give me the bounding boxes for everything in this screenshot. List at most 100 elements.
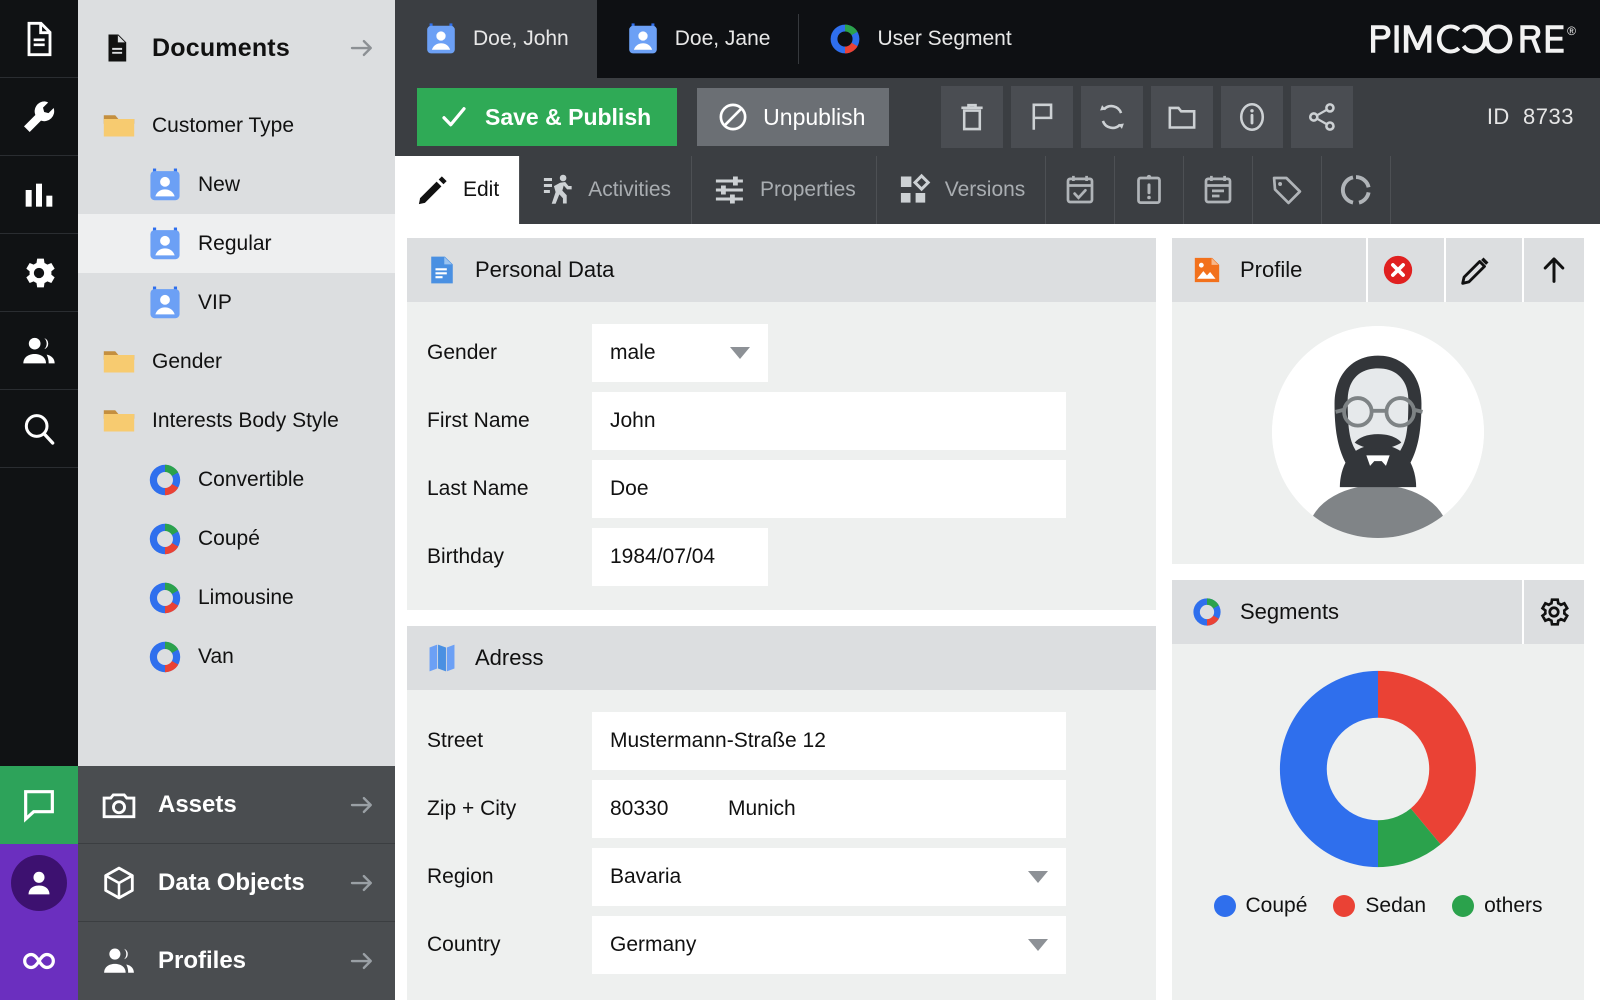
panel-profile: Profile (1172, 238, 1584, 564)
rail-item-settings[interactable] (0, 234, 78, 312)
arrow-right-icon[interactable] (347, 33, 377, 63)
customer-icon (628, 23, 657, 54)
tree-item-gender[interactable]: Gender (78, 332, 395, 391)
chevron-down-icon (730, 347, 750, 359)
tree-item-regular[interactable]: Regular (78, 214, 395, 273)
tab-appointments[interactable] (1184, 156, 1254, 224)
field-label: Zip + City (427, 797, 517, 820)
tab-label: Properties (760, 178, 856, 201)
chevron-down-icon (1028, 939, 1048, 951)
settings-icon (26, 258, 55, 287)
reload-icon (1100, 104, 1125, 130)
info-button[interactable] (1221, 86, 1284, 148)
street-input[interactable]: Mustermann-Straße 12 (592, 712, 1066, 770)
tree-item-vip[interactable]: VIP (78, 273, 395, 332)
tree-item-interests-body-style[interactable]: Interests Body Style (78, 391, 395, 450)
versions-icon (900, 173, 931, 203)
tree-header-documents[interactable]: Documents (78, 0, 395, 96)
first-name-input[interactable]: John (592, 392, 1066, 450)
rail-item-infinity[interactable] (0, 922, 78, 1000)
tree-item-label: Interests Body Style (152, 408, 339, 432)
panel-address: Adress Street Mustermann-Straße 12 Zip +… (407, 626, 1156, 1000)
edit-image-button[interactable] (1444, 238, 1506, 302)
share-button[interactable] (1291, 86, 1354, 148)
doc-blue-icon (431, 256, 453, 284)
panel-body: Coupé Sedan others (1172, 644, 1584, 1000)
tree-node-list: Customer Type New Regular VIP Gender Int… (78, 96, 395, 766)
tab-edit[interactable]: Edit (395, 156, 521, 224)
tab-tags[interactable] (1253, 156, 1323, 224)
rail-item-documents[interactable] (0, 0, 78, 78)
customers-icon (23, 337, 55, 363)
image-orange-icon (1194, 257, 1220, 283)
tree-item-customer-type[interactable]: Customer Type (78, 96, 395, 155)
field-label: First Name (427, 409, 530, 432)
remove-image-button[interactable] (1366, 238, 1428, 302)
tree-item-label: New (198, 172, 241, 196)
zip-city-input[interactable]: 80330 Munich (592, 780, 1066, 838)
rail-item-search[interactable] (0, 390, 78, 468)
street-value: Mustermann-Straße 12 (610, 729, 826, 752)
tab-properties[interactable]: Properties (692, 156, 877, 224)
tag-icon (1273, 176, 1302, 205)
customer-icon (150, 227, 180, 259)
tab-notifications[interactable] (1115, 156, 1185, 224)
icon-rail (0, 0, 78, 1000)
arrow-right-icon[interactable] (347, 946, 377, 976)
region-select[interactable]: Bavaria (592, 848, 1066, 906)
flag-button[interactable] (1011, 86, 1074, 148)
rail-item-chat[interactable] (0, 766, 78, 844)
infinity-icon (23, 952, 55, 970)
gender-select[interactable]: male (592, 324, 768, 382)
legend-label: Sedan (1365, 894, 1427, 917)
gear-icon (1540, 598, 1569, 626)
rail-item-tools[interactable] (0, 78, 78, 156)
upload-image-button[interactable] (1522, 238, 1584, 302)
map-icon (429, 644, 455, 672)
save-publish-button[interactable]: Save & Publish (417, 88, 678, 146)
unpublish-button[interactable]: Unpublish (697, 88, 890, 146)
tree-item-coupe[interactable]: Coupé (78, 509, 395, 568)
tab-activities[interactable]: Activities (520, 156, 693, 224)
field-row-last-name: Last Name Doe (407, 460, 1156, 518)
tree-item-new[interactable]: New (78, 155, 395, 214)
arrow-right-icon[interactable] (347, 868, 377, 898)
tab-doe-jane[interactable]: Doe, Jane (597, 0, 799, 78)
last-name-value: Doe (610, 477, 649, 500)
sidebar-item-profiles[interactable]: Profiles (78, 922, 395, 1000)
arrow-right-icon[interactable] (347, 790, 377, 820)
unpublish-icon (719, 103, 747, 131)
sidebar-item-assets[interactable]: Assets (78, 766, 395, 844)
tab-versions[interactable]: Versions (877, 156, 1047, 224)
field-label: Country (427, 933, 501, 956)
field-label: Last Name (427, 477, 529, 500)
folder-button[interactable] (1151, 86, 1214, 148)
field-label: Region (427, 865, 494, 888)
cube-icon (104, 866, 134, 899)
tab-user-segment[interactable]: User Segment (799, 0, 1039, 78)
field-row-first-name: First Name John (407, 392, 1156, 450)
rail-item-customers[interactable] (0, 312, 78, 390)
tab-doe-john[interactable]: Doe, John (395, 0, 597, 78)
tab-schedule[interactable] (1046, 156, 1116, 224)
segments-settings-button[interactable] (1522, 580, 1584, 644)
folder-icon (103, 350, 135, 372)
country-select[interactable]: Germany (592, 916, 1066, 974)
document-icon (108, 34, 127, 62)
icon-rail-bottom (0, 766, 78, 1000)
tree-item-convertible[interactable]: Convertible (78, 450, 395, 509)
birthday-input[interactable]: 1984/07/04 (592, 528, 768, 586)
legend-label: Coupé (1245, 894, 1308, 917)
reload-button[interactable] (1081, 86, 1144, 148)
panel-header: Segments (1172, 580, 1584, 644)
rail-item-profile[interactable] (0, 844, 78, 922)
tree-item-limousine[interactable]: Limousine (78, 568, 395, 627)
tree-item-van[interactable]: Van (78, 627, 395, 686)
delete-button[interactable] (941, 86, 1004, 148)
tab-segments[interactable] (1322, 156, 1392, 224)
sidebar-item-data-objects[interactable]: Data Objects (78, 844, 395, 922)
share-icon (1309, 103, 1336, 131)
rail-item-reports[interactable] (0, 156, 78, 234)
last-name-input[interactable]: Doe (592, 460, 1066, 518)
edit-tab-bar: Edit Activities Properties Versions (395, 156, 1600, 224)
